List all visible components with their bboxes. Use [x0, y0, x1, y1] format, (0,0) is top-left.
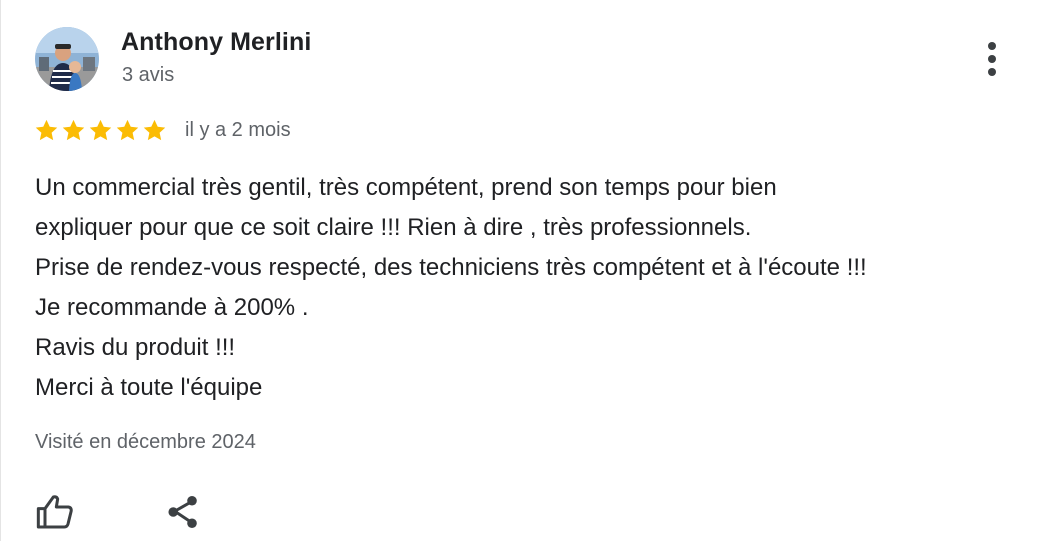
share-icon	[168, 495, 197, 529]
share-button[interactable]	[165, 490, 209, 534]
review-actions	[35, 490, 209, 534]
visited-date: Visité en décembre 2024	[35, 431, 256, 453]
review-text-line: Prise de rendez-vous respecté, des techn…	[35, 254, 867, 281]
like-button[interactable]	[35, 490, 79, 534]
review-card: Anthony Merlini 3 avis il y a 2 mois Un …	[0, 0, 1042, 541]
review-text-line: Merci à toute l'équipe	[35, 374, 263, 401]
rating-row: il y a 2 mois	[34, 115, 291, 145]
more-options-button[interactable]	[973, 36, 1011, 82]
star-rating	[34, 118, 167, 143]
more-vert-icon	[988, 42, 996, 50]
review-text-line: Ravis du produit !!!	[35, 334, 236, 361]
review-text-line: expliquer pour que ce soit claire !!! Ri…	[35, 214, 752, 241]
review-text: Un commercial très gentil, très compéten…	[35, 168, 1035, 408]
avatar[interactable]	[35, 27, 99, 91]
star-icon	[89, 119, 112, 140]
star-icon	[116, 119, 139, 140]
author-name[interactable]: Anthony Merlini	[121, 28, 311, 57]
star-icon	[35, 119, 58, 140]
star-icon	[62, 119, 85, 140]
review-date: il y a 2 mois	[185, 118, 291, 141]
author-review-count[interactable]: 3 avis	[122, 64, 174, 87]
star-icon	[143, 119, 166, 140]
thumb-up-icon	[36, 495, 73, 529]
review-text-line: Un commercial très gentil, très compéten…	[35, 174, 777, 201]
review-text-line: Je recommande à 200% .	[35, 294, 309, 321]
